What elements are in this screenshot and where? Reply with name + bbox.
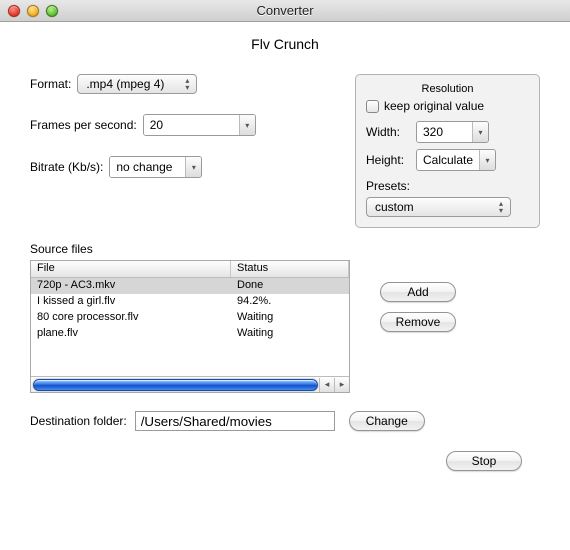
chevron-down-icon: ▾ bbox=[239, 115, 255, 135]
bitrate-combo[interactable]: no change ▾ bbox=[109, 156, 202, 178]
height-value: Calculate bbox=[423, 153, 473, 167]
updown-icon: ▴▾ bbox=[496, 200, 506, 214]
change-button[interactable]: Change bbox=[349, 411, 425, 431]
presets-popup[interactable]: custom ▴▾ bbox=[366, 197, 511, 217]
status-cell: 94.2%. bbox=[231, 294, 349, 310]
stop-button[interactable]: Stop bbox=[446, 451, 522, 471]
keep-original-checkbox[interactable] bbox=[366, 100, 379, 113]
status-cell: Waiting bbox=[231, 310, 349, 326]
format-popup[interactable]: .mp4 (mpeg 4) ▴▾ bbox=[77, 74, 197, 94]
width-value: 320 bbox=[423, 125, 443, 139]
bitrate-value: no change bbox=[116, 160, 172, 174]
table-row[interactable]: plane.flvWaiting bbox=[31, 326, 349, 342]
window-titlebar: Converter bbox=[0, 0, 570, 22]
add-button[interactable]: Add bbox=[380, 282, 456, 302]
format-label: Format: bbox=[30, 77, 71, 91]
file-cell: 80 core processor.flv bbox=[31, 310, 231, 326]
bitrate-label: Bitrate (Kb/s): bbox=[30, 160, 103, 174]
table-row[interactable]: I kissed a girl.flv94.2%. bbox=[31, 294, 349, 310]
table-row[interactable]: 720p - AC3.mkvDone bbox=[31, 278, 349, 294]
presets-value: custom bbox=[375, 200, 414, 214]
updown-icon: ▴▾ bbox=[182, 77, 192, 91]
status-column-header[interactable]: Status bbox=[231, 261, 349, 277]
app-title: Flv Crunch bbox=[30, 36, 540, 52]
chevron-down-icon: ▾ bbox=[479, 150, 495, 170]
source-files-table[interactable]: File Status 720p - AC3.mkvDoneI kissed a… bbox=[30, 260, 350, 393]
status-cell: Waiting bbox=[231, 326, 349, 342]
width-combo[interactable]: 320 ▾ bbox=[416, 121, 489, 143]
resolution-group: Resolution keep original value Width: 32… bbox=[355, 74, 540, 228]
destination-input[interactable] bbox=[135, 411, 335, 431]
status-cell: Done bbox=[231, 278, 349, 294]
destination-label: Destination folder: bbox=[30, 414, 127, 428]
width-label: Width: bbox=[366, 125, 412, 139]
fps-combo[interactable]: 20 ▾ bbox=[143, 114, 256, 136]
chevron-down-icon: ▾ bbox=[185, 157, 201, 177]
height-combo[interactable]: Calculate ▾ bbox=[416, 149, 496, 171]
keep-original-label: keep original value bbox=[384, 99, 484, 113]
remove-button[interactable]: Remove bbox=[380, 312, 456, 332]
horizontal-scrollbar[interactable]: ◂ ▸ bbox=[31, 376, 349, 392]
file-cell: 720p - AC3.mkv bbox=[31, 278, 231, 294]
window-title: Converter bbox=[0, 3, 570, 18]
table-row[interactable]: 80 core processor.flvWaiting bbox=[31, 310, 349, 326]
file-column-header[interactable]: File bbox=[31, 261, 231, 277]
chevron-down-icon: ▾ bbox=[472, 122, 488, 142]
resolution-title: Resolution bbox=[366, 83, 529, 95]
fps-label: Frames per second: bbox=[30, 118, 137, 132]
format-value: .mp4 (mpeg 4) bbox=[86, 77, 164, 91]
file-cell: I kissed a girl.flv bbox=[31, 294, 231, 310]
height-label: Height: bbox=[366, 153, 412, 167]
presets-label: Presets: bbox=[366, 179, 529, 193]
scroll-thumb[interactable] bbox=[33, 379, 318, 391]
fps-value: 20 bbox=[150, 118, 163, 132]
scroll-right-icon[interactable]: ▸ bbox=[334, 378, 349, 392]
source-files-label: Source files bbox=[30, 242, 540, 256]
scroll-left-icon[interactable]: ◂ bbox=[319, 378, 334, 392]
file-cell: plane.flv bbox=[31, 326, 231, 342]
